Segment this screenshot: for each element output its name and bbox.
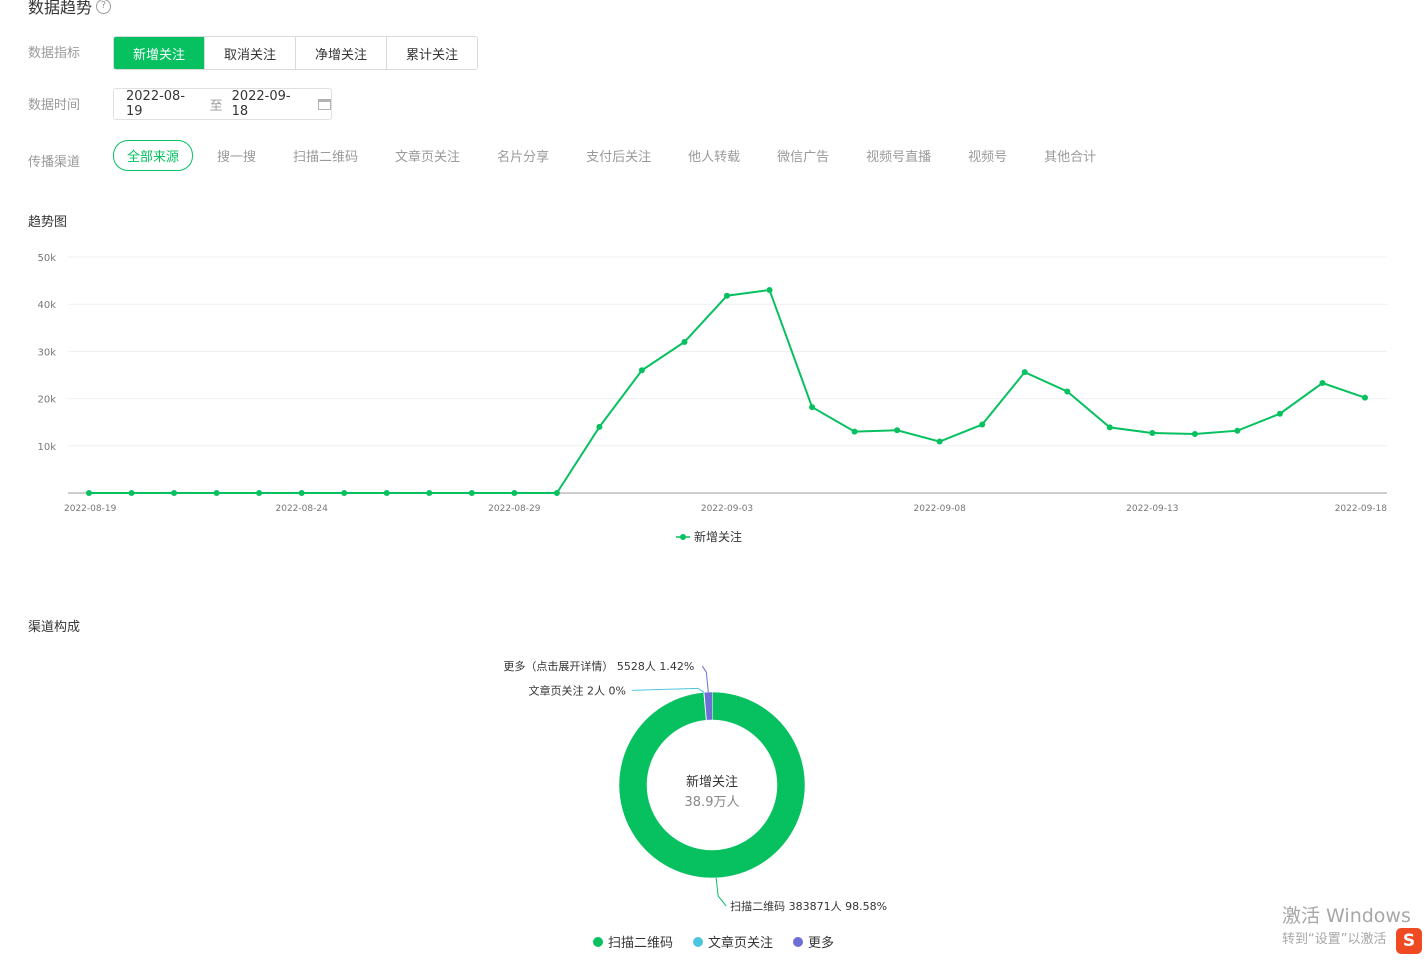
data-point[interactable] [809,404,816,411]
donut-center-label: 新增关注 [685,775,738,790]
date-range-picker[interactable]: 2022-08-19 至 2022-09-18 [113,88,332,120]
data-point[interactable] [553,490,560,496]
channel-channels-live[interactable]: 视频号直播 [866,146,931,165]
date-start[interactable]: 2022-08-19 [126,89,201,119]
data-point[interactable] [383,490,390,496]
data-point[interactable] [1064,388,1071,395]
calendar-icon[interactable] [318,98,331,110]
data-point[interactable] [86,490,92,496]
slice-label-more[interactable]: 更多（点击展开详情） 5528人 1.42% [503,659,694,673]
channel-wechat-ads[interactable]: 微信广告 [777,146,829,165]
page-title: 数据趋势 ? [28,0,112,18]
data-point[interactable] [596,423,603,430]
legend-label-article: 文章页关注 [708,936,774,951]
metric-segmented-control: 新增关注 取消关注 净增关注 累计关注 [113,36,478,70]
data-point[interactable] [894,427,901,434]
donut-legend: 扫描二维码 文章页关注 更多 [593,932,834,951]
metric-net-follow-button[interactable]: 净增关注 [296,37,387,69]
x-tick-label: 2022-09-13 [1126,504,1178,514]
label-leader-line [701,665,709,693]
label-leader-line [631,687,705,693]
time-label: 数据时间 [28,98,81,113]
composition-title: 渠道构成 [28,620,81,635]
x-tick-label: 2022-08-24 [276,504,329,514]
data-point[interactable] [1021,369,1028,376]
metric-cumulative-button[interactable]: 累计关注 [387,37,477,69]
channel-qrcode[interactable]: 扫描二维码 [293,146,358,165]
legend-dot-icon [593,936,603,947]
data-point[interactable] [511,490,518,496]
legend-dot-icon [793,936,804,947]
legend-dot-icon [693,936,704,947]
data-point[interactable] [724,292,730,299]
data-point[interactable] [851,428,858,435]
y-tick-label: 30k [37,347,56,358]
slice-label-qrcode: 扫描二维码 383871人 98.58% [730,899,887,913]
channel-repost[interactable]: 他人转载 [688,146,740,165]
data-point[interactable] [341,490,348,496]
legend-item-article[interactable]: 文章页关注 [693,932,773,951]
y-tick-label: 40k [37,300,56,311]
x-tick-label: 2022-09-08 [914,504,967,514]
windows-activation-title: 激活 Windows [1282,905,1411,927]
legend-label-more: 更多 [808,936,835,951]
channel-search[interactable]: 搜一搜 [217,146,256,165]
x-tick-label: 2022-09-18 [1335,504,1388,514]
y-tick-label: 50k [37,253,56,264]
data-point[interactable] [128,490,135,496]
channel-article[interactable]: 文章页关注 [395,146,460,165]
data-point[interactable] [256,490,263,496]
x-tick-label: 2022-09-03 [701,504,753,514]
legend-label-qrcode: 扫描二维码 [608,936,674,951]
data-point[interactable] [1276,410,1283,417]
legend-item-qrcode[interactable]: 扫描二维码 [593,932,673,951]
channel-filter: 全部来源 搜一搜 扫描二维码 文章页关注 名片分享 支付后关注 他人转载 微信广… [113,140,1133,171]
help-icon[interactable]: ? [96,0,112,14]
data-point[interactable] [1319,380,1326,387]
data-point[interactable] [1362,394,1368,401]
donut-center-value: 38.9万人 [684,795,740,810]
metric-new-follow-button[interactable]: 新增关注 [114,37,205,69]
legend-item-more[interactable]: 更多 [793,932,834,951]
data-point[interactable] [1149,430,1156,437]
channel-after-payment[interactable]: 支付后关注 [586,146,651,165]
channel-card-share[interactable]: 名片分享 [497,146,549,165]
data-point[interactable] [298,490,305,496]
trend-title: 趋势图 [28,215,68,230]
x-tick-label: 2022-08-29 [488,504,541,514]
legend-label-new-follow: 新增关注 [694,530,743,544]
data-point[interactable] [1106,424,1113,431]
windows-activation-hint: 转到“设置”以激活 [1282,932,1387,947]
data-point[interactable] [766,287,773,294]
legend-line-marker-icon [676,533,690,540]
series-line-new-follow [89,288,1366,494]
data-point[interactable] [1191,431,1198,437]
data-point[interactable] [213,490,220,496]
label-leader-line [715,877,727,907]
channel-label: 传播渠道 [28,155,81,170]
channel-channels[interactable]: 视频号 [968,146,1007,165]
channel-all[interactable]: 全部来源 [113,140,194,171]
channel-others[interactable]: 其他合计 [1044,146,1096,165]
data-point[interactable] [1234,427,1241,434]
data-point[interactable] [426,490,433,496]
x-tick-label: 2022-08-19 [64,504,117,514]
data-point[interactable] [171,490,178,496]
data-point[interactable] [979,421,986,428]
slice-label-article: 文章页关注 2人 0% [528,683,625,697]
data-point[interactable] [638,367,645,374]
metric-label: 数据指标 [28,46,81,61]
sogou-ime-icon[interactable]: S [1396,928,1422,954]
data-point[interactable] [936,438,943,445]
data-point[interactable] [681,338,688,345]
trend-legend[interactable]: 新增关注 [676,528,742,545]
trend-line-chart: 10k 20k 30k 40k 50k 2022-08-19 2022-08-24 2022… [37,253,1388,514]
metric-unfollow-button[interactable]: 取消关注 [205,37,296,69]
y-tick-label: 10k [37,442,56,453]
y-tick-label: 20k [37,395,56,406]
page-title-text: 数据趋势 [28,0,93,17]
data-point[interactable] [468,490,475,496]
date-end[interactable]: 2022-09-18 [232,89,307,119]
date-separator: 至 [209,98,223,114]
